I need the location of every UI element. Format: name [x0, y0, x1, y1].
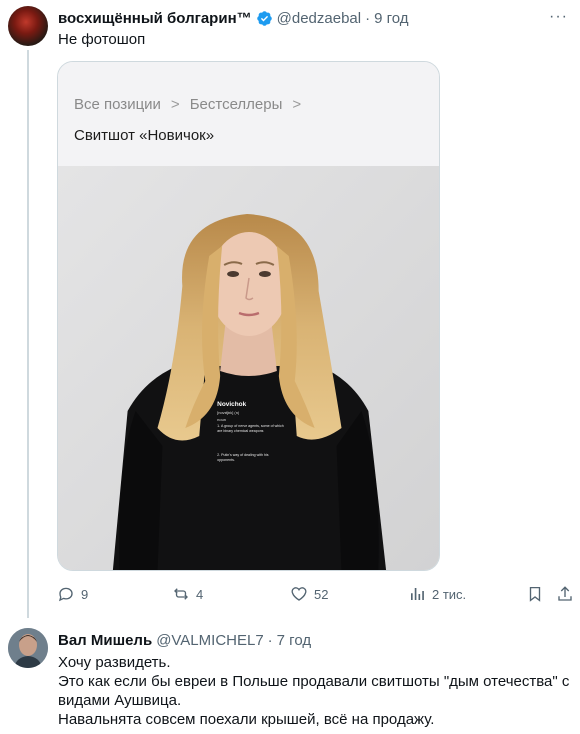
- analytics-icon: [411, 588, 424, 600]
- shirt-print-pron: [novɪtʃɒk] (n): [217, 410, 240, 415]
- timestamp[interactable]: 7 год: [277, 632, 311, 649]
- tweet-text: Не фотошоп: [58, 31, 146, 48]
- handle[interactable]: @dedzaebal: [277, 10, 361, 27]
- verified-badge-icon: [256, 10, 272, 26]
- shirt-print-def1: 1. A group of nerve agents, some of whic…: [217, 424, 284, 433]
- reply-button[interactable]: 9: [57, 585, 88, 603]
- separator-dot: ·: [267, 631, 273, 649]
- tweet-line: Это как если бы евреи в Польше продавали…: [58, 673, 570, 709]
- share-button[interactable]: [556, 585, 574, 603]
- tweet-header: восхищённый болгарин™ @dedzaebal · 9 год: [58, 8, 409, 28]
- chevron-right-icon: >: [292, 96, 302, 113]
- views-count: 2 тис.: [432, 586, 467, 602]
- timestamp[interactable]: 9 год: [374, 10, 408, 27]
- chevron-right-icon: >: [170, 96, 180, 113]
- like-button[interactable]: 52: [290, 585, 328, 603]
- display-name[interactable]: Вал Мишель: [58, 632, 152, 649]
- tweet-actions: 9 4 52 2 тис.: [57, 585, 574, 605]
- like-count: 52: [314, 586, 329, 602]
- tweet-line: Навальнята совсем поехали крышей, всё на…: [58, 711, 435, 728]
- reply-count: 9: [81, 586, 89, 602]
- handle[interactable]: @VALMICHEL7: [156, 632, 263, 649]
- reply-icon: [58, 587, 73, 602]
- bookmark-icon: [529, 586, 541, 602]
- display-name[interactable]: восхищённый болгарин™: [58, 10, 252, 27]
- retweet-count: 4: [196, 586, 204, 602]
- share-icon: [558, 586, 572, 601]
- retweet-button[interactable]: 4: [172, 585, 203, 603]
- tweet-line: Хочу развидеть.: [58, 654, 171, 671]
- separator-dot: ·: [365, 9, 371, 27]
- avatar[interactable]: [8, 628, 48, 668]
- tweet-header: Вал Мишель @VALMICHEL7 · 7 год: [58, 630, 311, 650]
- breadcrumb-item: Бестселлеры: [189, 96, 283, 113]
- bookmark-button[interactable]: [526, 585, 544, 603]
- shirt-print-word: Novichok: [217, 401, 246, 408]
- thread-line: [27, 50, 29, 618]
- avatar[interactable]: [8, 6, 48, 46]
- retweet-icon: [174, 588, 188, 600]
- shirt-print-def2: 2. Putin's way of dealing with his oppon…: [217, 453, 269, 462]
- more-options-icon[interactable]: ···: [549, 8, 568, 26]
- product-title: Свитшот «Новичок»: [74, 127, 215, 144]
- product-photo: Novichok [novɪtʃɒk] (n) noun 1. A group …: [58, 166, 439, 570]
- views-button[interactable]: 2 тис.: [408, 585, 466, 603]
- media-card[interactable]: Все позиции > Бестселлеры > Свитшот «Нов…: [57, 61, 440, 571]
- heart-icon: [291, 587, 307, 601]
- breadcrumb-item: Все позиции: [74, 96, 161, 113]
- tweet-text: Хочу развидеть. Это как если бы евреи в …: [58, 653, 570, 729]
- shirt-print-pos: noun: [217, 417, 226, 422]
- breadcrumb: Все позиции > Бестселлеры >: [74, 96, 311, 113]
- card-header: Все позиции > Бестселлеры > Свитшот «Нов…: [58, 62, 439, 166]
